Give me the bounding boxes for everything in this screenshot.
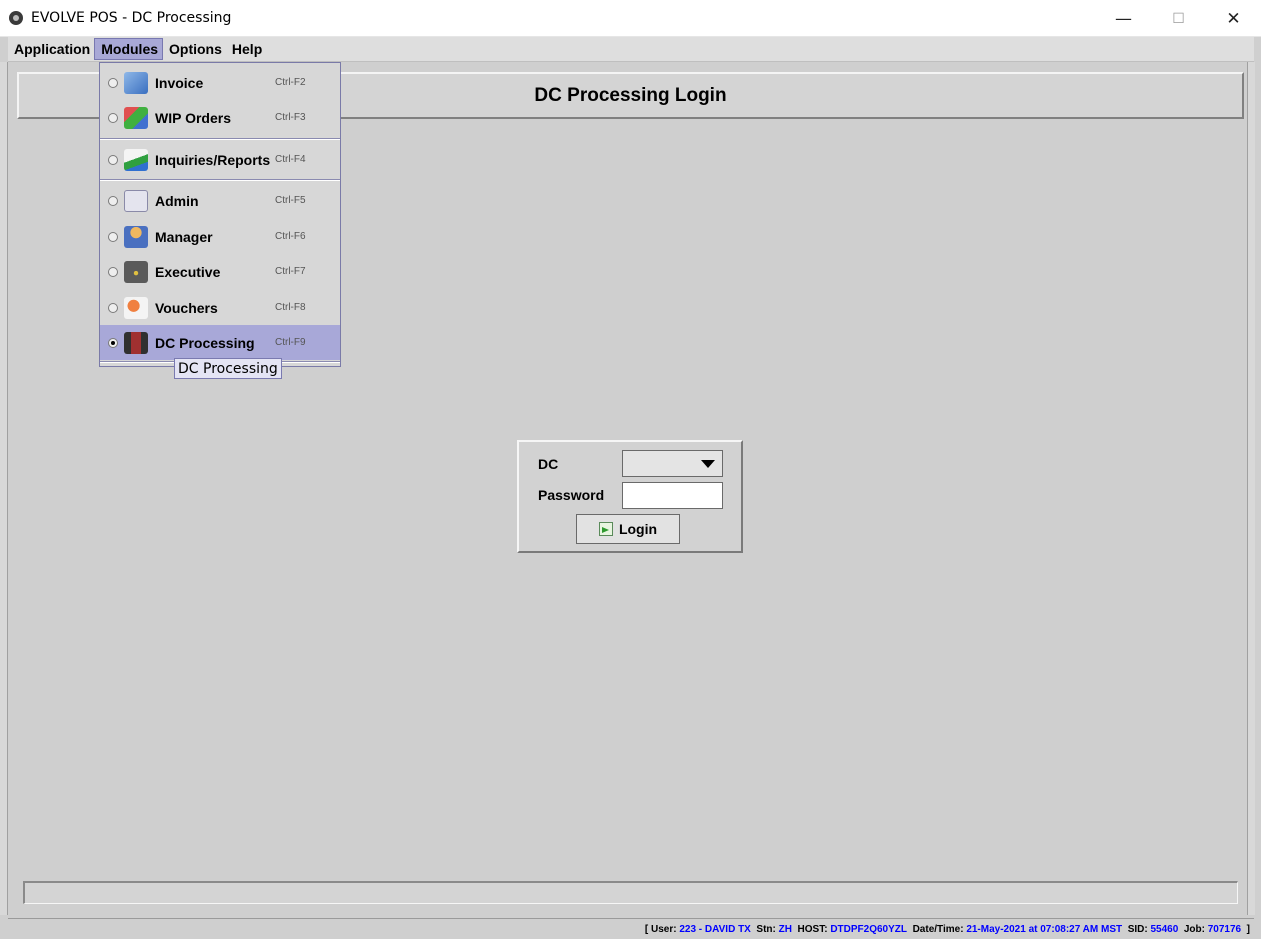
briefcase-icon xyxy=(124,260,148,283)
person-icon xyxy=(124,225,148,248)
menu-item-label: DC Processing xyxy=(155,334,255,351)
menu-item-admin[interactable]: Admin Ctrl-F5 xyxy=(100,183,340,218)
title-bar: EVOLVE POS - DC Processing — ☐ ✕ xyxy=(0,0,1261,37)
status-datetime: 21-May-2021 at 07:08:27 AM MST xyxy=(966,923,1123,935)
menu-options[interactable]: Options xyxy=(163,38,226,60)
menu-item-wip-orders[interactable]: WIP Orders Ctrl-F3 xyxy=(100,100,340,135)
login-button-label: Login xyxy=(618,521,658,537)
radio-icon xyxy=(108,195,118,206)
password-input[interactable] xyxy=(622,482,723,509)
page-title: DC Processing Login xyxy=(534,84,727,106)
menu-item-shortcut: Ctrl-F9 xyxy=(275,337,306,348)
frame-left-border xyxy=(0,62,8,915)
status-sid: 55460 xyxy=(1150,923,1179,935)
menu-application[interactable]: Application xyxy=(8,38,94,60)
menu-item-executive[interactable]: Executive Ctrl-F7 xyxy=(100,254,340,289)
radio-icon xyxy=(108,266,118,277)
menu-separator xyxy=(100,179,340,181)
menu-item-inquiries-reports[interactable]: Inquiries/Reports Ctrl-F4 xyxy=(100,142,340,177)
menu-item-label: Invoice xyxy=(155,74,204,91)
dc-select[interactable] xyxy=(622,450,723,477)
login-button[interactable]: Login xyxy=(576,514,680,544)
cabinet-icon xyxy=(124,189,148,212)
maximize-button[interactable]: ☐ xyxy=(1151,0,1206,37)
status-stn-label: Stn: xyxy=(756,923,776,935)
invoice-icon xyxy=(124,71,148,94)
status-job: 707176 xyxy=(1207,923,1242,935)
radio-icon xyxy=(108,231,118,242)
menu-item-shortcut: Ctrl-F5 xyxy=(275,195,306,206)
status-datetime-label: Date/Time: xyxy=(912,923,964,935)
status-job-label: Job: xyxy=(1183,923,1205,935)
wip-orders-icon xyxy=(124,106,148,129)
modules-menu: Invoice Ctrl-F2 WIP Orders Ctrl-F3 Inqui… xyxy=(99,62,341,367)
menu-item-shortcut: Ctrl-F3 xyxy=(275,112,306,123)
dropdown-arrow-icon[interactable] xyxy=(701,460,715,468)
menu-item-shortcut: Ctrl-F7 xyxy=(275,266,306,277)
status-stn: ZH xyxy=(778,923,792,935)
login-icon xyxy=(598,522,613,536)
chart-icon xyxy=(124,148,148,171)
password-label: Password xyxy=(538,487,605,503)
radio-icon xyxy=(108,77,118,88)
status-bar: [ User: 223 - DAVID TX Stn: ZH HOST: DTD… xyxy=(8,918,1254,939)
menu-item-shortcut: Ctrl-F2 xyxy=(275,77,306,88)
status-user-label: User: xyxy=(650,923,677,935)
frame-right-border xyxy=(1247,62,1255,915)
menu-item-manager[interactable]: Manager Ctrl-F6 xyxy=(100,219,340,254)
menu-item-invoice[interactable]: Invoice Ctrl-F2 xyxy=(100,65,340,100)
menu-item-shortcut: Ctrl-F4 xyxy=(275,154,306,165)
menu-modules[interactable]: Modules xyxy=(94,38,164,60)
menu-bar: Application Modules Options Help xyxy=(8,37,1254,62)
menu-item-label: Manager xyxy=(155,228,213,245)
menu-item-label: Inquiries/Reports xyxy=(155,151,271,168)
status-host-label: HOST: xyxy=(797,923,828,935)
menu-item-shortcut: Ctrl-F8 xyxy=(275,302,306,313)
progress-bar xyxy=(23,881,1238,904)
menu-item-shortcut: Ctrl-F6 xyxy=(275,231,306,242)
menu-help[interactable]: Help xyxy=(226,38,266,60)
window-title: EVOLVE POS - DC Processing xyxy=(31,10,232,26)
login-panel: DC Password Login xyxy=(517,440,743,553)
menu-item-dc-processing[interactable]: DC Processing Ctrl-F9 xyxy=(100,325,340,360)
window-controls: — ☐ ✕ xyxy=(1096,0,1261,37)
voucher-icon xyxy=(124,296,148,319)
status-host: DTDPF2Q60YZL xyxy=(830,923,908,935)
menu-separator xyxy=(100,138,340,140)
radio-icon xyxy=(108,112,118,123)
menu-item-label: Executive xyxy=(155,263,221,280)
radio-icon xyxy=(108,154,118,165)
forklift-icon xyxy=(124,331,148,354)
radio-selected-icon xyxy=(108,337,118,348)
dc-label: DC xyxy=(538,456,559,472)
app-icon xyxy=(9,11,23,25)
close-button[interactable]: ✕ xyxy=(1206,0,1261,37)
menu-item-label: WIP Orders xyxy=(155,109,231,126)
menu-item-label: Vouchers xyxy=(155,299,218,316)
status-sid-label: SID: xyxy=(1127,923,1148,935)
tooltip: DC Processing xyxy=(174,358,282,379)
menu-item-vouchers[interactable]: Vouchers Ctrl-F8 xyxy=(100,290,340,325)
status-close-bracket: ] xyxy=(1241,923,1250,935)
minimize-button[interactable]: — xyxy=(1096,0,1151,37)
status-user: 223 - DAVID TX xyxy=(679,923,751,935)
menu-item-label: Admin xyxy=(155,192,199,209)
radio-icon xyxy=(108,302,118,313)
